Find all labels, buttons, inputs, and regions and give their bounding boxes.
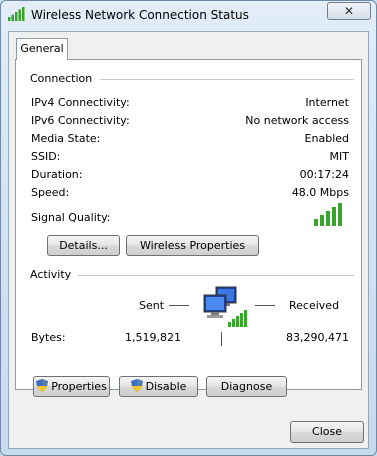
- connection-group-label: Connection: [30, 72, 97, 85]
- window-close-button[interactable]: ✕: [327, 2, 371, 20]
- activity-divider-tick: [221, 332, 222, 346]
- properties-button[interactable]: Properties: [33, 376, 110, 397]
- diagnose-button[interactable]: Diagnose: [206, 376, 287, 397]
- close-icon: ✕: [343, 4, 355, 18]
- network-computers-icon: [203, 286, 247, 327]
- ssid-value: MIT: [329, 150, 349, 163]
- speed-value: 48.0 Mbps: [291, 186, 349, 199]
- media-state-value: Enabled: [304, 132, 349, 145]
- title-bar[interactable]: Wireless Network Connection Status ✕: [1, 1, 376, 29]
- close-button[interactable]: Close: [290, 421, 364, 443]
- bytes-received-value: 83,290,471: [286, 331, 349, 344]
- ipv4-label: IPv4 Connectivity:: [31, 96, 130, 109]
- disable-button[interactable]: Disable: [119, 376, 198, 397]
- speed-label: Speed:: [31, 186, 70, 199]
- signal-quality-icon: [314, 203, 342, 226]
- tab-general[interactable]: General: [16, 38, 68, 60]
- details-button[interactable]: Details...: [47, 235, 120, 256]
- ipv4-value: Internet: [305, 96, 349, 109]
- activity-divider: [78, 275, 354, 276]
- activity-group-label: Activity: [30, 268, 76, 281]
- bytes-label: Bytes:: [31, 331, 66, 344]
- media-state-label: Media State:: [31, 132, 101, 145]
- bytes-sent-value: 1,519,821: [125, 331, 181, 344]
- ipv6-label: IPv6 Connectivity:: [31, 114, 130, 127]
- disable-button-label: Disable: [145, 380, 187, 393]
- shield-icon: [130, 379, 143, 392]
- general-panel: Connection IPv4 Connectivity: Internet I…: [15, 59, 362, 397]
- ssid-label: SSID:: [31, 150, 61, 163]
- sent-dash: [169, 305, 189, 306]
- status-window: Wireless Network Connection Status ✕ Gen…: [0, 0, 377, 456]
- duration-value: 00:17:24: [299, 168, 349, 181]
- shield-icon: [36, 379, 49, 392]
- received-label: Received: [289, 299, 340, 312]
- connection-divider: [100, 79, 354, 80]
- signal-strength-icon: [8, 7, 25, 21]
- window-title: Wireless Network Connection Status: [31, 8, 249, 22]
- properties-button-label: Properties: [51, 380, 107, 393]
- duration-label: Duration:: [31, 168, 83, 181]
- ipv6-value: No network access: [245, 114, 349, 127]
- dialog-client: General Connection IPv4 Connectivity: In…: [8, 31, 369, 449]
- received-dash: [255, 305, 275, 306]
- signal-quality-label: Signal Quality:: [31, 211, 111, 224]
- sent-label: Sent: [139, 299, 165, 312]
- wireless-properties-button[interactable]: Wireless Properties: [126, 235, 259, 256]
